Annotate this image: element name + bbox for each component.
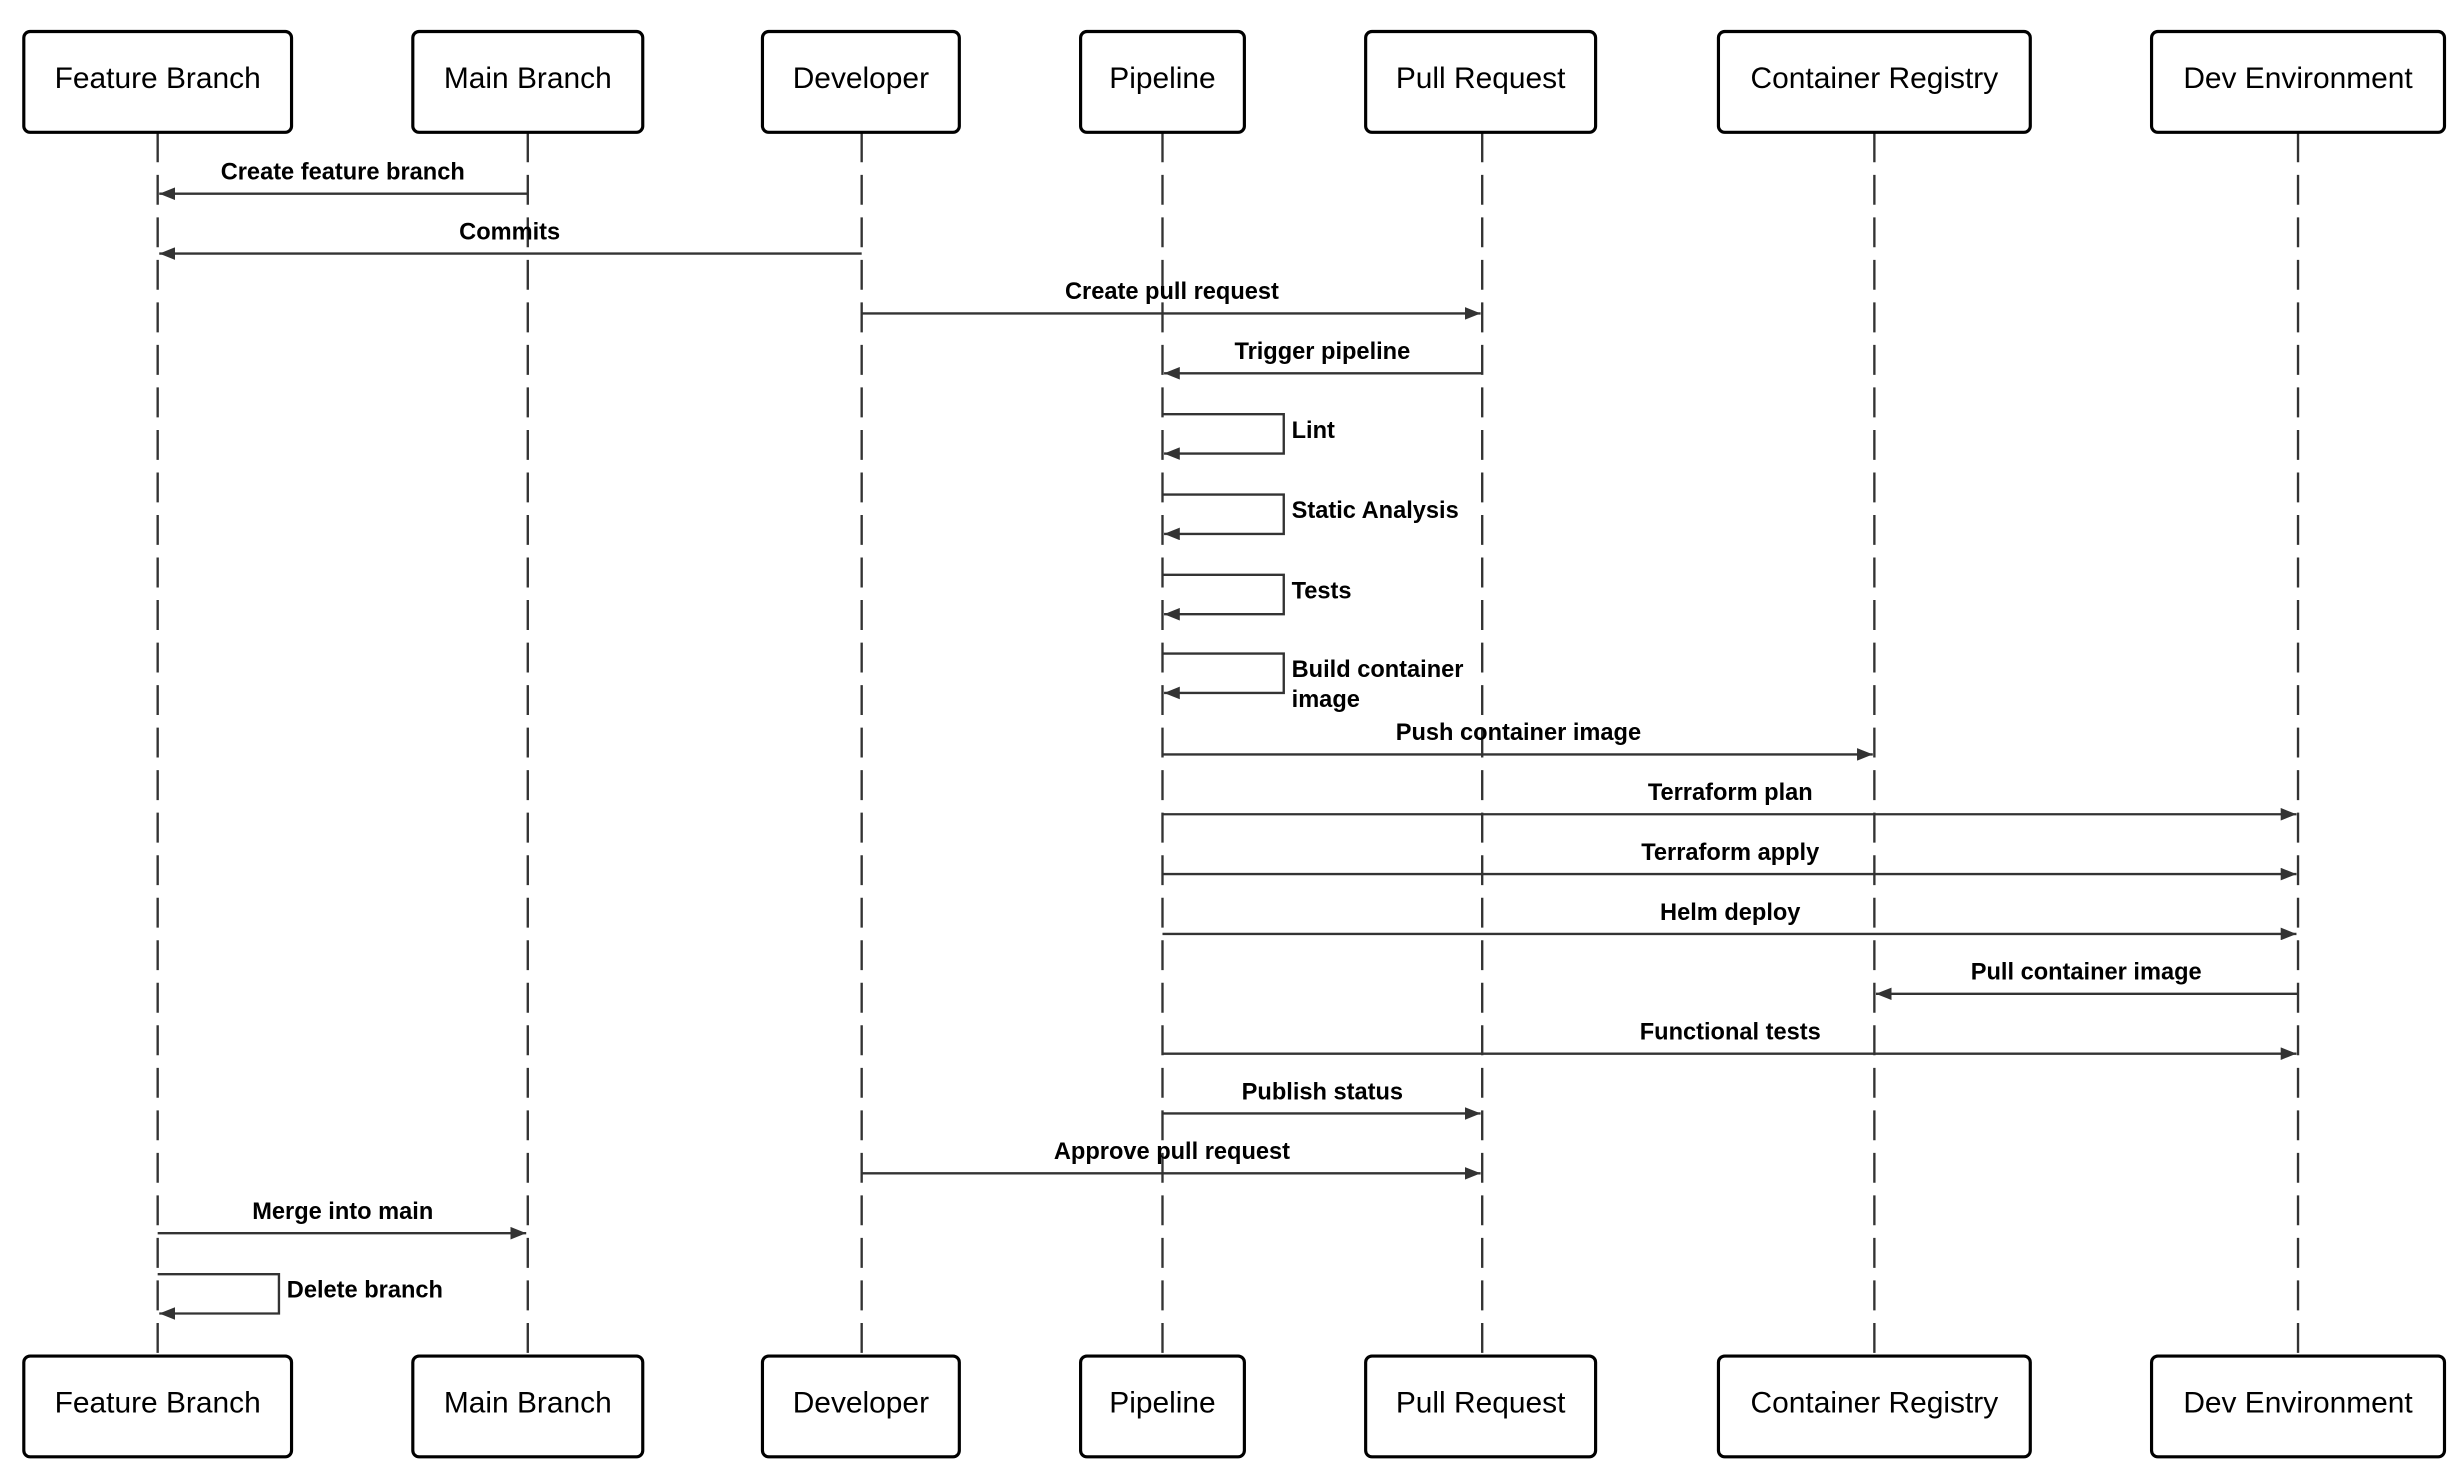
participant-label: Main Branch xyxy=(444,1387,612,1420)
message-label: Build container xyxy=(1292,657,1464,683)
participant-developer-top[interactable]: Developer xyxy=(760,29,961,134)
message-label: Delete branch xyxy=(287,1278,443,1304)
message: Pull container image xyxy=(1875,960,2299,1001)
participant-label: Feature Branch xyxy=(55,62,261,95)
participant-pipeline-bottom[interactable]: Pipeline xyxy=(1079,1354,1246,1459)
message-label: Publish status xyxy=(1242,1079,1403,1105)
message: Delete branch xyxy=(157,1272,443,1320)
message: Commits xyxy=(159,219,862,260)
self-message-arrow xyxy=(1162,413,1285,460)
participant-label: Dev Environment xyxy=(2183,62,2413,95)
participant-label: Pull Request xyxy=(1396,1387,1566,1420)
self-message-arrow xyxy=(1162,573,1285,621)
message: Functional tests xyxy=(1162,1019,2297,1060)
message-label: Merge into main xyxy=(252,1199,433,1225)
message-label: Create pull request xyxy=(1065,279,1279,305)
participant-pr-bottom[interactable]: Pull Request xyxy=(1364,1354,1598,1459)
participant-pipeline-top[interactable]: Pipeline xyxy=(1079,29,1246,134)
message: Create feature branch xyxy=(159,160,528,201)
message: Tests xyxy=(1162,573,1352,621)
message-label: Commits xyxy=(459,219,560,245)
participant-dev-bottom[interactable]: Dev Environment xyxy=(2149,1354,2447,1459)
participant-feature-top[interactable]: Feature Branch xyxy=(22,29,294,134)
message-label: Helm deploy xyxy=(1660,900,1800,926)
participant-label: Pull Request xyxy=(1396,62,1566,95)
message: Create pull request xyxy=(861,279,1481,320)
participant-label: Container Registry xyxy=(1751,1387,1999,1420)
message: Lint xyxy=(1162,413,1335,460)
participant-label: Container Registry xyxy=(1751,62,1999,95)
participant-developer-bottom[interactable]: Developer xyxy=(760,1354,961,1459)
participant-main-top[interactable]: Main Branch xyxy=(411,29,645,134)
message: Static Analysis xyxy=(1162,493,1459,541)
message-label: image xyxy=(1292,687,1360,713)
participant-dev-top[interactable]: Dev Environment xyxy=(2149,29,2447,134)
message-label: Trigger pipeline xyxy=(1234,339,1410,365)
participant-label: Pipeline xyxy=(1109,62,1215,95)
participant-label: Main Branch xyxy=(444,62,612,95)
participant-registry-bottom[interactable]: Container Registry xyxy=(1716,1354,2032,1459)
participant-label: Developer xyxy=(793,1387,929,1420)
message-label: Push container image xyxy=(1396,720,1641,746)
self-message-arrow xyxy=(1162,652,1285,700)
participant-label: Pipeline xyxy=(1109,1387,1215,1420)
sequence-diagram: Feature Branch Feature Branch Main Branch M… xyxy=(22,29,2447,1459)
participant-pr-top[interactable]: Pull Request xyxy=(1364,29,1598,134)
message: Terraform plan xyxy=(1162,780,2297,821)
message-label: Tests xyxy=(1292,578,1352,604)
message-label: Terraform apply xyxy=(1641,840,1819,866)
participant-registry-top[interactable]: Container Registry xyxy=(1716,29,2032,134)
participant-label: Feature Branch xyxy=(55,1387,261,1420)
participant-main-bottom[interactable]: Main Branch xyxy=(411,1354,645,1459)
message-label: Static Analysis xyxy=(1292,498,1459,524)
message: Merge into main xyxy=(157,1199,527,1240)
message: Terraform apply xyxy=(1162,840,2297,881)
message: Build container image xyxy=(1162,652,1464,713)
self-message-arrow xyxy=(157,1272,281,1320)
message-label: Terraform plan xyxy=(1648,780,1813,806)
message: Trigger pipeline xyxy=(1164,339,1483,380)
message: Approve pull request xyxy=(861,1139,1481,1180)
message-label: Functional tests xyxy=(1640,1019,1821,1045)
message-label: Pull container image xyxy=(1971,960,2202,986)
participant-label: Developer xyxy=(793,62,929,95)
message-label: Create feature branch xyxy=(221,160,465,186)
message: Push container image xyxy=(1162,720,1873,761)
message: Helm deploy xyxy=(1162,900,2297,941)
message-label: Approve pull request xyxy=(1054,1139,1290,1165)
self-message-arrow xyxy=(1162,493,1285,541)
message-label: Lint xyxy=(1292,418,1335,444)
participant-feature-bottom[interactable]: Feature Branch xyxy=(22,1354,294,1459)
participant-label: Dev Environment xyxy=(2183,1387,2413,1420)
message: Publish status xyxy=(1162,1079,1481,1120)
